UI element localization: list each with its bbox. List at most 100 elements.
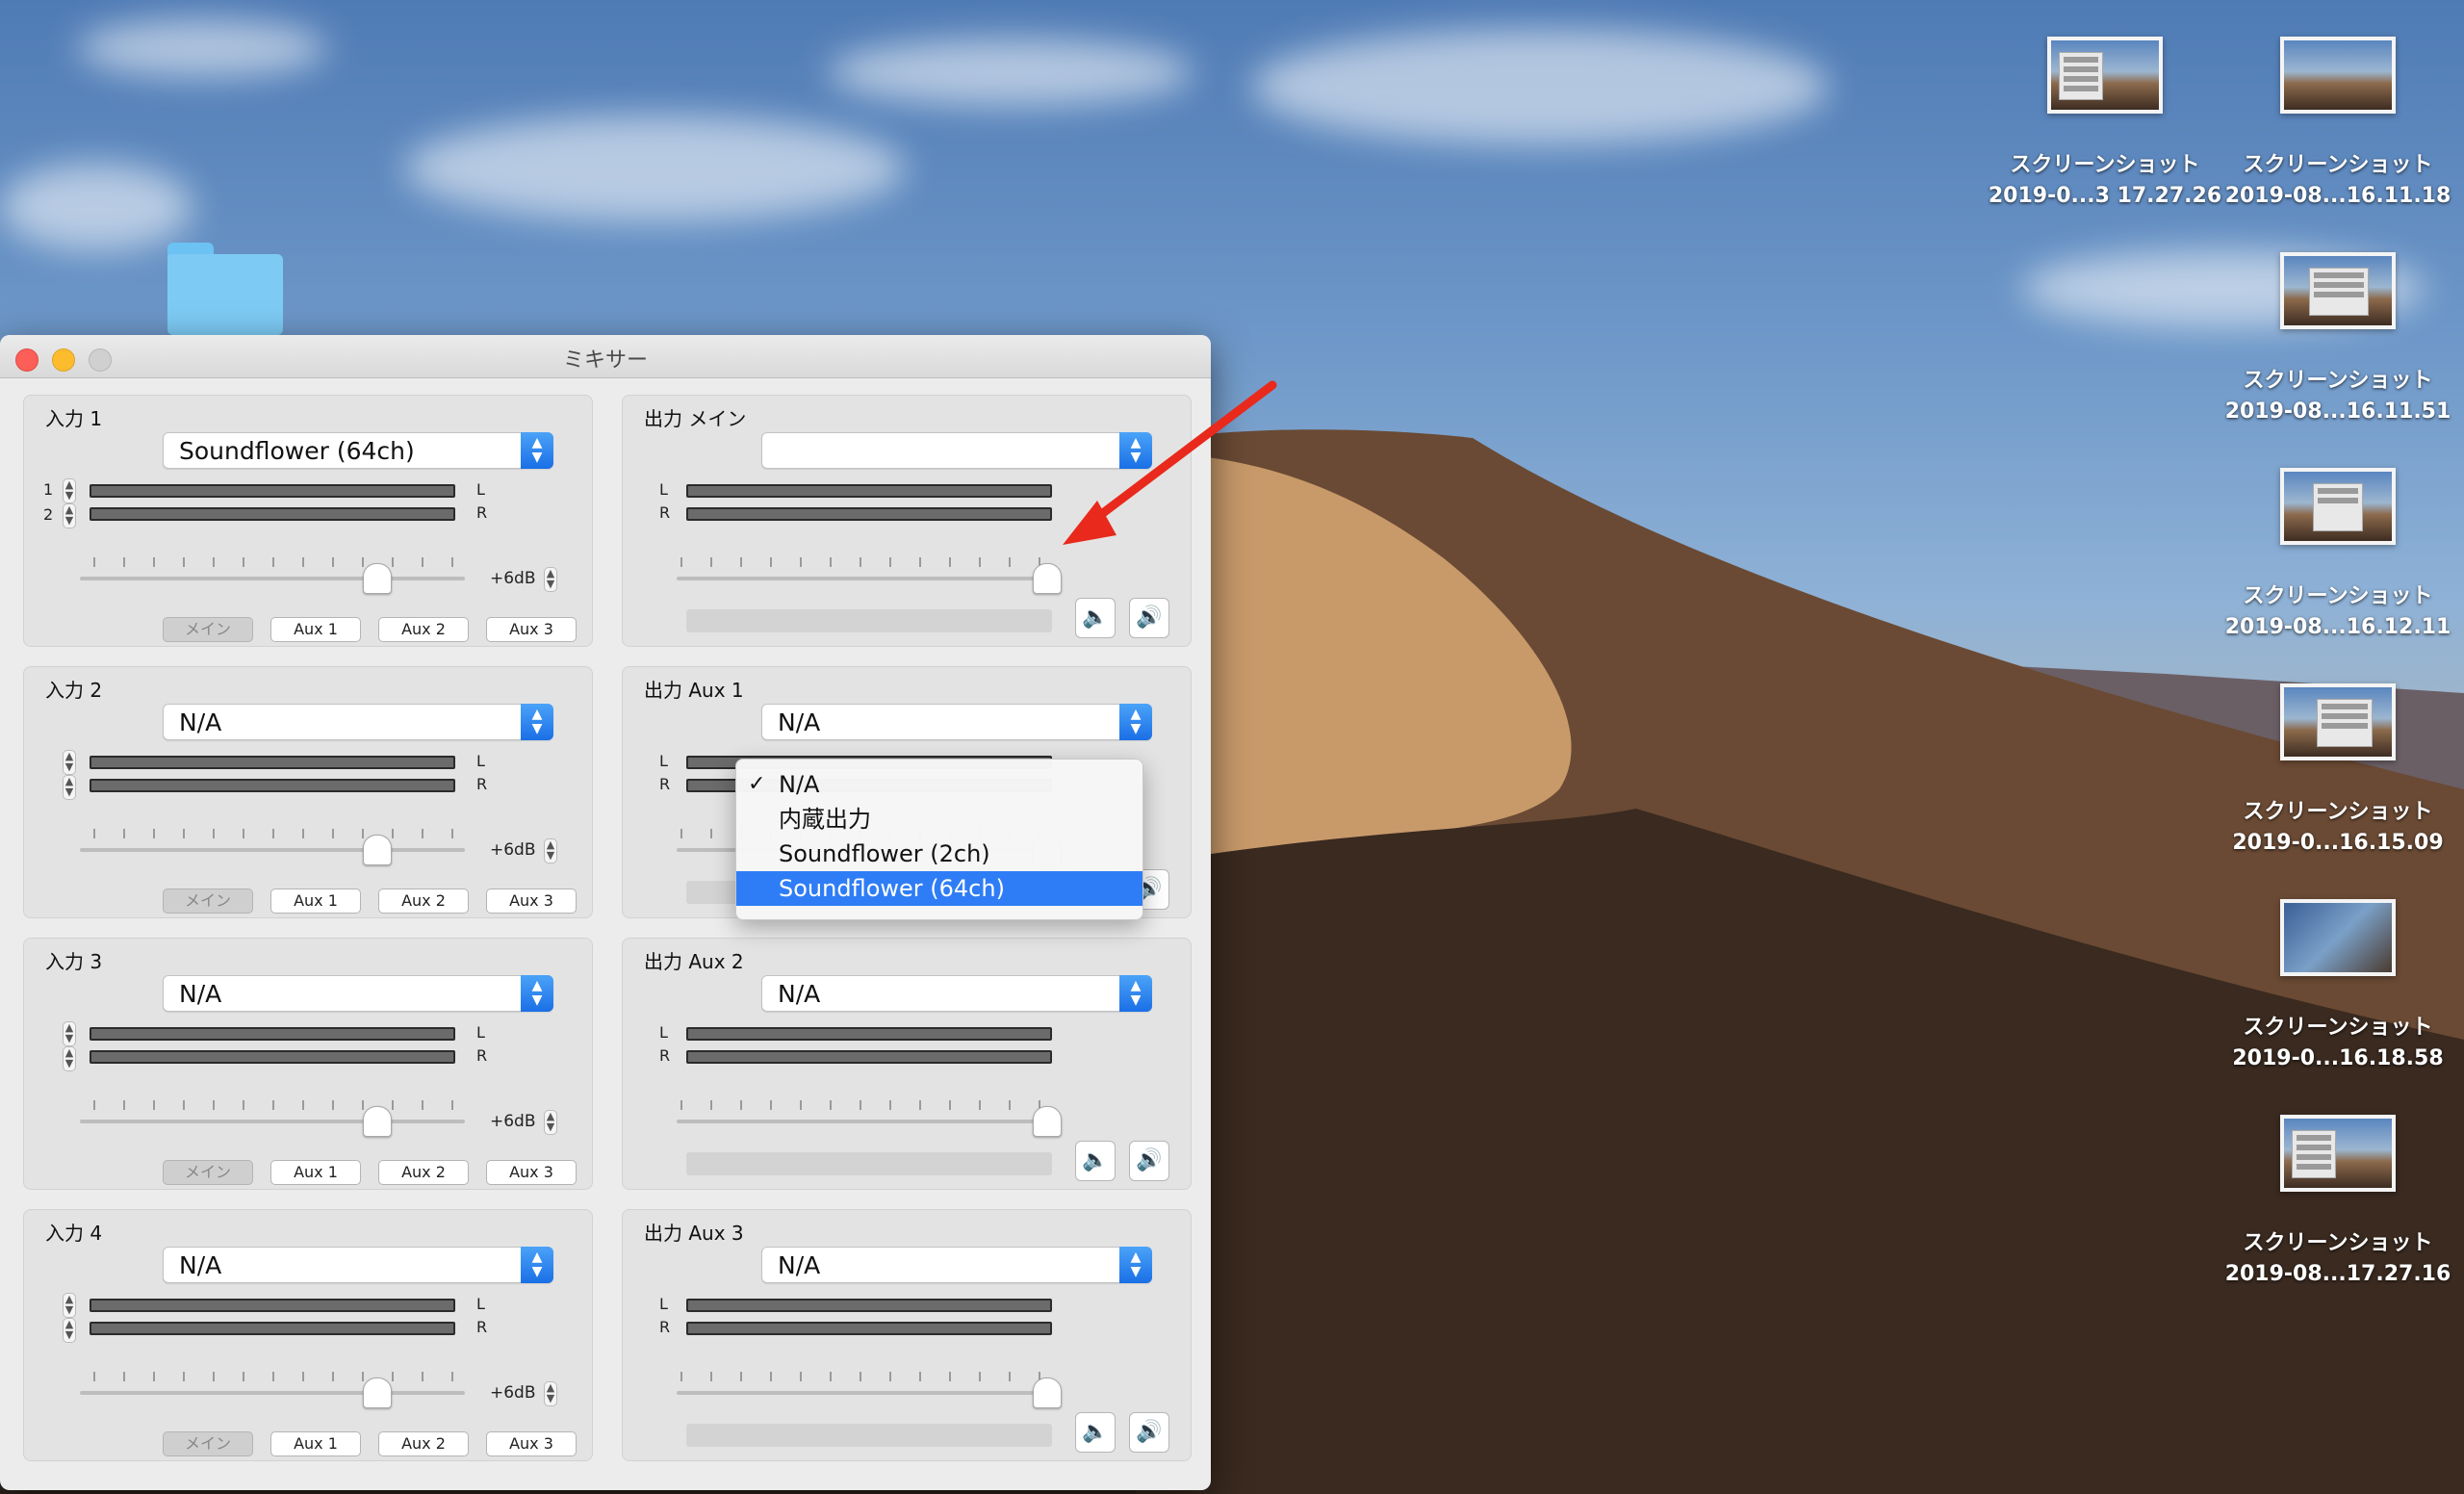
output-device-select[interactable]: N/A ▲ ▼ bbox=[761, 1247, 1152, 1283]
desktop-icon-screenshot[interactable]: スクリーンショット 2019-0...3 17.27.26 bbox=[1985, 37, 2225, 212]
route-button-aux3[interactable]: Aux 3 bbox=[486, 1431, 577, 1456]
volume-slider[interactable] bbox=[80, 1391, 465, 1395]
route-button-aux1[interactable]: Aux 1 bbox=[270, 617, 361, 642]
route-button-aux1[interactable]: Aux 1 bbox=[270, 1431, 361, 1456]
output-device-dropdown-menu: ✓ N/A 内蔵出力 Soundflower (2ch) Soundflower … bbox=[735, 759, 1143, 920]
volume-slider[interactable] bbox=[80, 1120, 465, 1123]
route-button-main[interactable]: メイン bbox=[163, 617, 253, 642]
channel-stepper[interactable]: ▲ ▼ bbox=[63, 478, 76, 503]
screenshot-thumbnail-icon bbox=[2280, 37, 2396, 114]
gain-stepper[interactable]: ▲ ▼ bbox=[544, 567, 557, 592]
volume-slider[interactable] bbox=[80, 848, 465, 852]
volume-slider[interactable] bbox=[677, 1391, 1050, 1395]
left-label: L bbox=[476, 752, 485, 770]
input-panel-4: 入力 4 N/A ▲ ▼ ▲ ▼ ▲ ▼ L R +6dB ▲ ▼ メイン Aux 1 A… bbox=[23, 1209, 593, 1461]
gain-stepper[interactable]: ▲ ▼ bbox=[544, 1381, 557, 1406]
folder-icon[interactable] bbox=[167, 243, 283, 335]
route-button-aux2[interactable]: Aux 2 bbox=[378, 889, 469, 914]
titlebar[interactable]: ミキサー bbox=[0, 335, 1211, 378]
input-device-select[interactable]: N/A ▲ ▼ bbox=[163, 975, 553, 1012]
channel-stepper[interactable]: ▲ ▼ bbox=[63, 1046, 76, 1071]
route-button-aux3[interactable]: Aux 3 bbox=[486, 889, 577, 914]
route-button-aux3[interactable]: Aux 3 bbox=[486, 617, 577, 642]
speaker-low-icon[interactable]: 🔈 bbox=[1075, 1412, 1116, 1453]
output-level-bar bbox=[686, 1424, 1052, 1447]
left-label: L bbox=[476, 1023, 485, 1042]
channel-stepper[interactable]: ▲ ▼ bbox=[63, 1021, 76, 1046]
slider-tick bbox=[243, 1372, 244, 1381]
slider-tick bbox=[919, 1100, 921, 1110]
desktop-icon-screenshot[interactable]: スクリーンショット 2019-08...16.12.11 bbox=[2218, 468, 2458, 643]
route-button-main[interactable]: メイン bbox=[163, 889, 253, 914]
menu-item-soundflower-2ch[interactable]: Soundflower (2ch) bbox=[736, 837, 1142, 871]
slider-tick bbox=[213, 829, 215, 838]
volume-slider-knob[interactable] bbox=[363, 835, 392, 865]
output-device-select[interactable]: ▲ ▼ bbox=[761, 432, 1152, 469]
output-device-select[interactable]: N/A ▲ ▼ bbox=[761, 704, 1152, 740]
right-label: R bbox=[476, 775, 488, 793]
route-button-aux3[interactable]: Aux 3 bbox=[486, 1160, 577, 1185]
select-arrows-icon: ▲ ▼ bbox=[521, 975, 553, 1012]
route-button-aux2[interactable]: Aux 2 bbox=[378, 1431, 469, 1456]
slider-tick bbox=[392, 1100, 394, 1110]
route-button-aux1[interactable]: Aux 1 bbox=[270, 1160, 361, 1185]
slider-tick bbox=[451, 1100, 453, 1110]
speaker-low-icon[interactable]: 🔈 bbox=[1075, 1141, 1116, 1181]
channel-stepper[interactable]: ▲ ▼ bbox=[63, 750, 76, 775]
channel-stepper[interactable]: ▲ ▼ bbox=[63, 1318, 76, 1343]
gain-stepper[interactable]: ▲ ▼ bbox=[544, 1110, 557, 1135]
screenshot-thumbnail-icon bbox=[2280, 899, 2396, 976]
speaker-low-icon[interactable]: 🔈 bbox=[1075, 598, 1116, 638]
volume-slider-knob[interactable] bbox=[1033, 563, 1062, 594]
channel-stepper[interactable]: ▲ ▼ bbox=[63, 503, 76, 528]
volume-slider[interactable] bbox=[677, 1120, 1050, 1123]
desktop-icon-screenshot[interactable]: スクリーンショット 2019-08...16.11.51 bbox=[2218, 252, 2458, 427]
slider-tick bbox=[362, 829, 364, 838]
slider-tick bbox=[243, 557, 244, 567]
slider-tick bbox=[979, 1372, 981, 1381]
menu-item-builtin-output[interactable]: 内蔵出力 bbox=[736, 802, 1142, 837]
gain-stepper[interactable]: ▲ ▼ bbox=[544, 838, 557, 863]
input-device-select[interactable]: N/A ▲ ▼ bbox=[163, 1247, 553, 1283]
volume-slider[interactable] bbox=[677, 577, 1050, 580]
level-meter-right bbox=[90, 779, 455, 792]
slider-tick bbox=[800, 1100, 802, 1110]
route-button-aux2[interactable]: Aux 2 bbox=[378, 1160, 469, 1185]
slider-tick bbox=[93, 1100, 95, 1110]
slider-tick bbox=[710, 557, 712, 567]
slider-tick bbox=[213, 1100, 215, 1110]
slider-tick bbox=[680, 1372, 682, 1381]
output-device-select[interactable]: N/A ▲ ▼ bbox=[761, 975, 1152, 1012]
volume-slider-knob[interactable] bbox=[363, 1106, 392, 1137]
panel-title: 入力 1 bbox=[45, 407, 103, 430]
select-arrows-icon: ▲ ▼ bbox=[521, 1247, 553, 1283]
desktop-icon-screenshot[interactable]: スクリーンショット 2019-08...17.27.16 bbox=[2218, 1115, 2458, 1290]
volume-slider-knob[interactable] bbox=[1033, 1106, 1062, 1137]
route-button-main[interactable]: メイン bbox=[163, 1160, 253, 1185]
speaker-high-icon[interactable]: 🔊 bbox=[1129, 1412, 1169, 1453]
menu-item-soundflower-64ch[interactable]: Soundflower (64ch) bbox=[736, 871, 1142, 906]
volume-slider[interactable] bbox=[80, 577, 465, 580]
slider-tick bbox=[153, 1372, 155, 1381]
route-button-aux1[interactable]: Aux 1 bbox=[270, 889, 361, 914]
route-button-main[interactable]: メイン bbox=[163, 1431, 253, 1456]
desktop-icon-screenshot[interactable]: スクリーンショット 2019-08...16.11.18 bbox=[2218, 37, 2458, 212]
left-label: L bbox=[476, 480, 485, 499]
input-device-select[interactable]: Soundflower (64ch) ▲ ▼ bbox=[163, 432, 553, 469]
level-meter-right bbox=[90, 1050, 455, 1064]
speaker-high-icon[interactable]: 🔊 bbox=[1129, 1141, 1169, 1181]
route-button-aux2[interactable]: Aux 2 bbox=[378, 617, 469, 642]
desktop-icon-screenshot[interactable]: スクリーンショット 2019-0...16.15.09 bbox=[2218, 683, 2458, 859]
level-meter-left bbox=[90, 1299, 455, 1312]
speaker-high-icon[interactable]: 🔊 bbox=[1129, 598, 1169, 638]
input-device-select[interactable]: N/A ▲ ▼ bbox=[163, 704, 553, 740]
volume-slider-knob[interactable] bbox=[363, 1378, 392, 1408]
volume-slider-knob[interactable] bbox=[1033, 1378, 1062, 1408]
volume-slider-knob[interactable] bbox=[363, 563, 392, 594]
menu-item-na[interactable]: ✓ N/A bbox=[736, 767, 1142, 802]
slider-tick bbox=[770, 1100, 772, 1110]
channel-stepper[interactable]: ▲ ▼ bbox=[63, 1293, 76, 1318]
slider-ticks bbox=[93, 1372, 478, 1383]
desktop-icon-screenshot[interactable]: スクリーンショット 2019-0...16.18.58 bbox=[2218, 899, 2458, 1074]
channel-stepper[interactable]: ▲ ▼ bbox=[63, 775, 76, 800]
